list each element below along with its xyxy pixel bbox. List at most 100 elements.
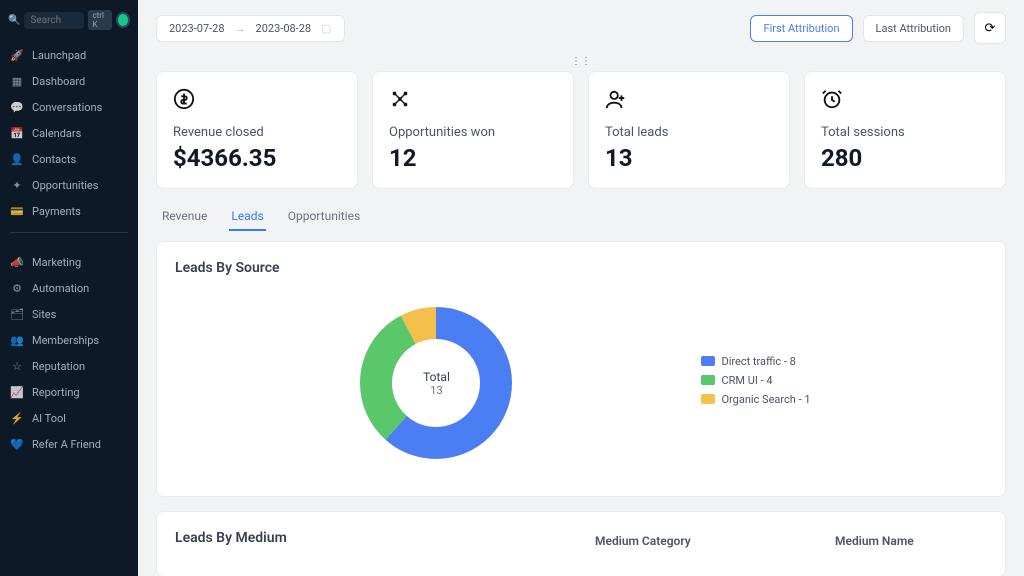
sites-icon: 🗂	[10, 307, 24, 321]
calendars-icon: 📅	[10, 126, 24, 140]
legend-item: CRM UI - 4	[701, 374, 810, 387]
sidebar-item-label: Marketing	[32, 256, 81, 269]
donut-chart: Total 13	[351, 298, 521, 468]
sidebar-item-label: AI Tool	[32, 412, 66, 425]
card-value: 280	[821, 144, 989, 172]
sidebar-item-label: Reputation	[32, 360, 85, 373]
sidebar-item-label: Payments	[32, 205, 81, 218]
sidebar-item-conversations[interactable]: 💬 Conversations	[0, 94, 138, 120]
sidebar-item-label: Conversations	[32, 101, 102, 114]
clock-icon	[821, 88, 989, 115]
tab-revenue[interactable]: Revenue	[160, 203, 209, 231]
stats-cards: Revenue closed $4366.35 Opportunities wo…	[156, 71, 1006, 189]
payments-icon: 💳	[10, 204, 24, 218]
dashboard-icon: ▦	[10, 74, 24, 88]
tab-leads[interactable]: Leads	[229, 203, 265, 231]
stat-card-total-leads: Total leads 13	[588, 71, 790, 189]
person-icon	[605, 88, 773, 115]
legend-label: CRM UI - 4	[721, 374, 772, 387]
conversations-icon: 💬	[10, 100, 24, 114]
opportunities-icon: ✦	[10, 178, 24, 192]
search-icon: 🔍	[8, 15, 20, 26]
last-attribution-button[interactable]: Last Attribution	[863, 15, 964, 42]
launchpad-icon: 🚀	[10, 48, 24, 62]
leads-by-source-panel: Leads By Source Total 13 Direct traffic …	[156, 241, 1006, 497]
legend-swatch	[701, 375, 715, 385]
date-range-picker[interactable]: 2023-07-28 → 2023-08-28 ▢	[156, 15, 345, 42]
sidebar-item-label: Reporting	[32, 386, 80, 399]
search-bar: 🔍 ctrl K	[0, 6, 138, 34]
sidebar-item-label: Contacts	[32, 153, 76, 166]
legend-swatch	[701, 394, 715, 404]
tabs: Revenue Leads Opportunities	[156, 203, 1006, 231]
card-label: Total sessions	[821, 125, 989, 140]
sidebar-item-launchpad[interactable]: 🚀 Launchpad	[0, 42, 138, 68]
card-label: Total leads	[605, 125, 773, 140]
search-kbd: ctrl K	[88, 10, 111, 30]
sidebar-item-label: Refer A Friend	[32, 438, 101, 451]
sidebar-item-memberships[interactable]: 👥 Memberships	[0, 327, 138, 353]
topbar: 2023-07-28 → 2023-08-28 ▢ First Attribut…	[156, 12, 1006, 44]
column-header: Medium Category	[595, 534, 775, 548]
sidebar-item-payments[interactable]: 💳 Payments	[0, 198, 138, 224]
reputation-icon: ☆	[10, 359, 24, 373]
legend-item: Organic Search - 1	[701, 393, 810, 406]
sidebar-item-refer-a-friend[interactable]: 💙Refer A Friend	[0, 431, 138, 457]
stat-card-total-sessions: Total sessions 280	[804, 71, 1006, 189]
panel-title: Leads By Medium	[175, 530, 555, 546]
network-icon	[389, 88, 557, 115]
stat-card-opportunities-won: Opportunities won 12	[372, 71, 574, 189]
stat-card-revenue-closed: Revenue closed $4366.35	[156, 71, 358, 189]
donut-center-value: 13	[430, 384, 442, 397]
avatar[interactable]	[116, 12, 130, 28]
first-attribution-button[interactable]: First Attribution	[750, 15, 852, 42]
ai-tool-icon: ⚡	[10, 411, 24, 425]
sidebar-item-opportunities[interactable]: ✦Opportunities	[0, 172, 138, 198]
sidebar-item-label: Launchpad	[32, 49, 86, 62]
date-to: 2023-08-28	[256, 22, 312, 35]
sidebar-item-reputation[interactable]: ☆ Reputation	[0, 353, 138, 379]
sidebar: 🔍 ctrl K 🚀 Launchpad ▦ Dashboard 💬 Conversati…	[0, 0, 138, 576]
search-input[interactable]	[24, 12, 84, 29]
memberships-icon: 👥	[10, 333, 24, 347]
sidebar-item-label: Calendars	[32, 127, 81, 140]
contacts-icon: 👤	[10, 152, 24, 166]
sidebar-item-label: Memberships	[32, 334, 99, 347]
sidebar-item-marketing[interactable]: 📣 Marketing	[0, 249, 138, 275]
refresh-icon: ⟳	[985, 21, 996, 36]
refresh-button[interactable]: ⟳	[974, 12, 1006, 44]
card-value: $4366.35	[173, 144, 341, 172]
marketing-icon: 📣	[10, 255, 24, 269]
sidebar-item-automation[interactable]: ⚙ Automation	[0, 275, 138, 301]
main-content: 2023-07-28 → 2023-08-28 ▢ First Attribut…	[138, 0, 1024, 576]
chart-legend: Direct traffic - 8 CRM UI - 4 Organic Sear…	[701, 355, 810, 412]
arrow-right-icon: →	[235, 22, 246, 35]
drag-handle-icon[interactable]: ⋮⋮	[156, 56, 1006, 67]
table-header: Medium Category Medium Name Leads	[595, 530, 1024, 552]
sidebar-item-label: Automation	[32, 282, 89, 295]
sidebar-item-label: Sites	[32, 308, 56, 321]
sidebar-item-sites[interactable]: 🗂 Sites	[0, 301, 138, 327]
tab-opportunities[interactable]: Opportunities	[286, 203, 362, 231]
dollar-icon	[173, 88, 341, 115]
calendar-icon: ▢	[321, 22, 331, 35]
card-value: 12	[389, 144, 557, 172]
sidebar-item-dashboard[interactable]: ▦ Dashboard	[0, 68, 138, 94]
card-value: 13	[605, 144, 773, 172]
card-label: Opportunities won	[389, 125, 557, 140]
legend-label: Direct traffic - 8	[721, 355, 795, 368]
nav-divider	[10, 232, 128, 233]
sidebar-item-contacts[interactable]: 👤 Contacts	[0, 146, 138, 172]
sidebar-item-calendars[interactable]: 📅 Calendars	[0, 120, 138, 146]
donut-center-label: Total	[423, 370, 450, 384]
sidebar-item-label: Dashboard	[32, 75, 85, 88]
legend-swatch	[701, 356, 715, 366]
reporting-icon: 📈	[10, 385, 24, 399]
column-header: Medium Name	[835, 534, 1015, 548]
sidebar-item-ai-tool[interactable]: ⚡ AI Tool	[0, 405, 138, 431]
automation-icon: ⚙	[10, 281, 24, 295]
date-from: 2023-07-28	[169, 22, 225, 35]
panel-title: Leads By Source	[175, 260, 987, 276]
sidebar-item-reporting[interactable]: 📈 Reporting	[0, 379, 138, 405]
legend-item: Direct traffic - 8	[701, 355, 810, 368]
